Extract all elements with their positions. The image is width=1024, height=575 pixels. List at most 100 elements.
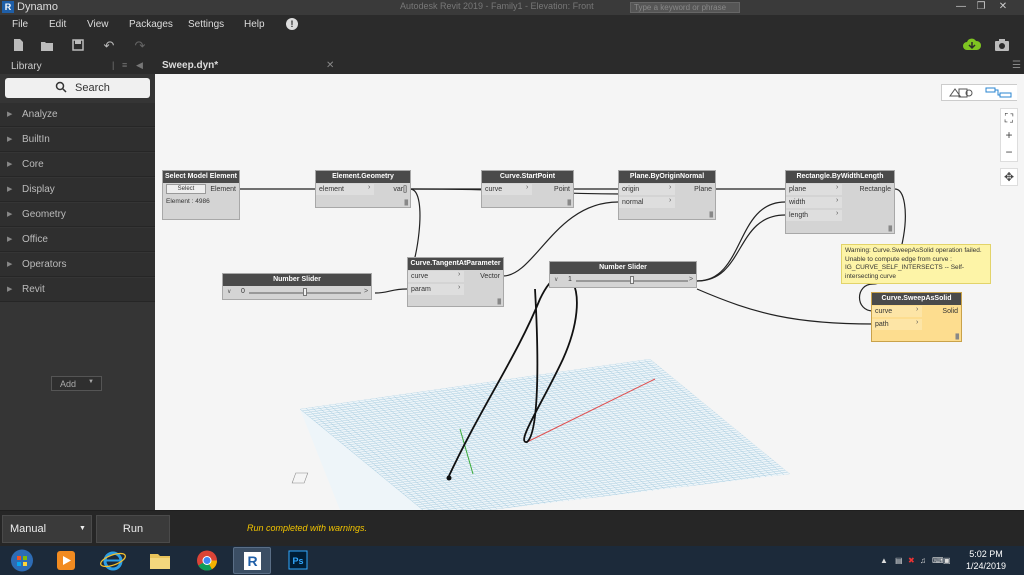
maximize-button[interactable]: ❐ xyxy=(972,0,990,14)
menu-settings[interactable]: Settings xyxy=(188,19,224,30)
node-number-slider-2[interactable]: Number Slider ∨ 1 > xyxy=(549,261,697,288)
library-category-operators[interactable]: ▶ Operators xyxy=(0,253,155,277)
node-options-icon[interactable]: █ xyxy=(497,299,501,305)
input-port-normal[interactable]: normal xyxy=(619,197,675,208)
photoshop-icon[interactable]: Ps xyxy=(279,547,317,574)
workspace-canvas[interactable]: ⛶ + − ✥ Select Model Element Select Elem… xyxy=(155,74,1024,510)
chevron-down-icon: ▼ xyxy=(79,525,86,532)
close-tab-icon[interactable]: ✕ xyxy=(326,60,334,71)
pan-icon[interactable]: ✥ xyxy=(1001,169,1017,185)
port-chevron-icon: › xyxy=(458,284,461,291)
node-options-icon[interactable]: █ xyxy=(709,212,713,218)
keyboard-icon[interactable]: ⌨ xyxy=(932,556,944,565)
input-port-plane[interactable]: plane xyxy=(786,184,842,195)
output-port-plane[interactable]: Plane xyxy=(694,184,715,195)
node-rectangle-by-width-length[interactable]: Rectangle.ByWidthLength plane › width › … xyxy=(785,170,895,234)
input-port-curve[interactable]: curve xyxy=(872,306,922,317)
node-select-model-element[interactable]: Select Model Element Select Element Elem… xyxy=(162,170,240,220)
run-mode-dropdown[interactable]: Manual ▼ xyxy=(2,515,92,543)
zoom-out-icon[interactable]: − xyxy=(1001,144,1017,160)
node-options-icon[interactable]: █ xyxy=(888,226,892,232)
slider-expand-icon[interactable]: ∨ xyxy=(227,288,231,295)
library-category-analyze[interactable]: ▶ Analyze xyxy=(0,103,155,127)
tray-expand-icon[interactable]: ▲ xyxy=(880,556,888,565)
menu-packages[interactable]: Packages xyxy=(129,19,173,30)
node-curve-sweep-as-solid[interactable]: Curve.SweepAsSolid curve › path › Solid … xyxy=(871,292,962,342)
node-curve-startpoint[interactable]: Curve.StartPoint curve › Point █ xyxy=(481,170,574,208)
display-icon[interactable]: ▣ xyxy=(943,556,951,565)
node-options-icon[interactable]: █ xyxy=(955,334,959,340)
action-center-icon[interactable]: ✖ xyxy=(908,556,915,565)
input-port-param[interactable]: param xyxy=(408,284,464,295)
slider-thumb[interactable] xyxy=(303,288,307,296)
tab-sweep[interactable]: Sweep.dyn* ✕ xyxy=(155,58,335,74)
zoom-to-fit-icon[interactable]: ⛶ xyxy=(1001,110,1017,126)
input-port-length[interactable]: length xyxy=(786,210,842,221)
close-window-button[interactable]: ✕ xyxy=(994,0,1012,14)
slider-thumb[interactable] xyxy=(630,276,634,284)
collapse-library-icon[interactable]: ◀ xyxy=(136,60,143,71)
graph-view-button[interactable] xyxy=(980,85,1017,100)
redo-icon[interactable]: ↷ xyxy=(132,38,148,54)
chrome-icon[interactable] xyxy=(188,547,226,574)
node-options-icon[interactable]: █ xyxy=(567,200,571,206)
menu-view[interactable]: View xyxy=(87,19,109,30)
file-explorer-icon[interactable] xyxy=(141,547,179,574)
library-search-input[interactable]: Search xyxy=(5,78,150,98)
library-panel: Library | ≡ ◀ Search ▶ Analyze ▶ BuiltIn ▶… xyxy=(0,58,155,510)
select-element-button[interactable]: Select xyxy=(166,184,206,194)
internet-explorer-icon[interactable] xyxy=(94,547,132,574)
library-category-revit[interactable]: ▶ Revit xyxy=(0,278,155,302)
slider-expand-icon[interactable]: ∨ xyxy=(554,276,558,283)
library-category-core[interactable]: ▶ Core xyxy=(0,153,155,177)
open-file-icon[interactable] xyxy=(39,38,55,54)
system-clock[interactable]: 5:02 PM 1/24/2019 xyxy=(957,548,1015,572)
node-number-slider-1[interactable]: Number Slider ∨ 0 > xyxy=(222,273,372,300)
input-port-origin[interactable]: origin xyxy=(619,184,675,195)
input-port-curve[interactable]: curve xyxy=(482,184,532,195)
network-icon[interactable]: ▤ xyxy=(895,556,903,565)
input-port-curve[interactable]: curve xyxy=(408,271,464,282)
node-curve-tangent-at-parameter[interactable]: Curve.TangentAtParameter curve › param ›… xyxy=(407,257,504,307)
menu-help[interactable]: Help xyxy=(244,19,265,30)
library-category-office[interactable]: ▶ Office xyxy=(0,228,155,252)
new-file-icon[interactable] xyxy=(10,38,26,54)
minimize-button[interactable]: — xyxy=(952,0,970,14)
slider-output-port[interactable]: > xyxy=(689,276,693,283)
output-port-element[interactable]: Element xyxy=(210,184,239,195)
add-library-button[interactable]: Add ▼ xyxy=(51,376,102,391)
library-category-builtin[interactable]: ▶ BuiltIn xyxy=(0,128,155,152)
node-options-icon[interactable]: █ xyxy=(404,200,408,206)
input-port-path[interactable]: path xyxy=(872,319,922,330)
input-port-width[interactable]: width xyxy=(786,197,842,208)
export-geometry-icon[interactable] xyxy=(962,38,982,54)
help-search-input[interactable]: Type a keyword or phrase xyxy=(630,2,740,13)
geometry-view-button[interactable] xyxy=(942,85,979,100)
undo-icon[interactable]: ↶ xyxy=(101,38,117,54)
output-port-solid[interactable]: Solid xyxy=(942,306,961,317)
save-icon[interactable] xyxy=(70,38,86,54)
output-port-vector[interactable]: Vector xyxy=(480,271,503,282)
library-category-geometry[interactable]: ▶ Geometry xyxy=(0,203,155,227)
output-port-point[interactable]: Point xyxy=(554,184,573,195)
library-category-display[interactable]: ▶ Display xyxy=(0,178,155,202)
slider-output-port[interactable]: > xyxy=(364,288,368,295)
speaker-icon[interactable]: ♫ xyxy=(920,556,926,565)
library-filter-icon[interactable]: ≡ xyxy=(122,60,127,70)
screenshot-icon[interactable] xyxy=(993,38,1011,54)
zoom-in-icon[interactable]: + xyxy=(1001,127,1017,143)
menu-edit[interactable]: Edit xyxy=(49,19,66,30)
run-button[interactable]: Run xyxy=(96,515,170,543)
tab-menu-icon[interactable]: ☰ xyxy=(1012,60,1021,71)
start-button[interactable] xyxy=(2,547,42,574)
output-port-rectangle[interactable]: Rectangle xyxy=(859,184,894,195)
input-port-element[interactable]: element xyxy=(316,184,374,195)
node-plane-by-origin-normal[interactable]: Plane.ByOriginNormal origin › normal › P… xyxy=(618,170,716,220)
revit-icon[interactable]: R xyxy=(233,547,271,574)
output-port-var[interactable]: var[] xyxy=(393,184,410,195)
selected-element-info: Element : 4986 xyxy=(166,198,210,205)
node-element-geometry[interactable]: Element.Geometry element › var[] █ xyxy=(315,170,411,208)
notification-icon[interactable]: ! xyxy=(286,18,298,30)
media-player-icon[interactable] xyxy=(47,547,85,574)
menu-file[interactable]: File xyxy=(12,19,28,30)
